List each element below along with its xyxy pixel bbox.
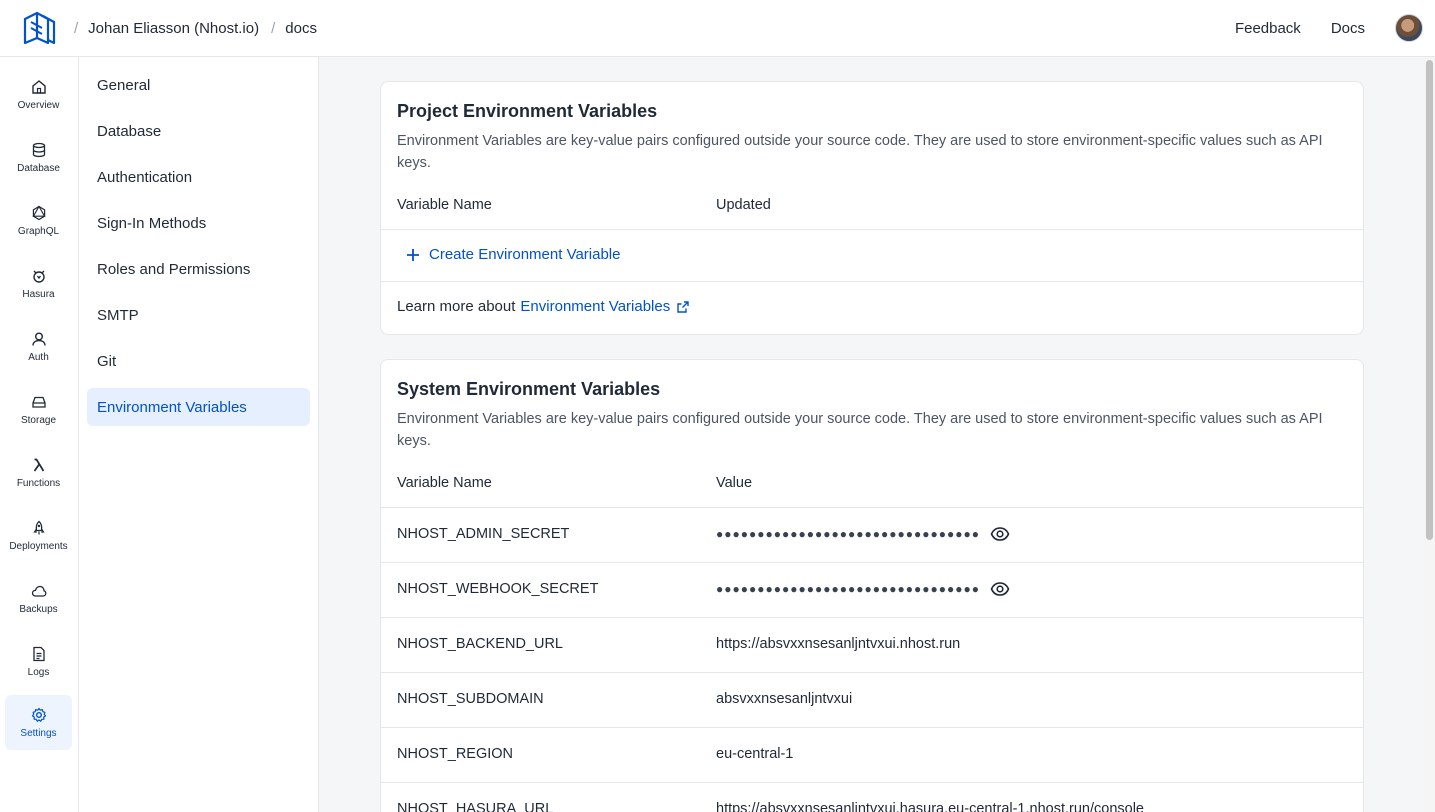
eye-icon[interactable] bbox=[990, 579, 1010, 599]
breadcrumb-project[interactable]: docs bbox=[285, 20, 317, 37]
rail-item-storage[interactable]: Storage bbox=[5, 382, 72, 437]
variable-value: https://absvxxnsesanljntvxui.hasura.eu-c… bbox=[716, 801, 1144, 812]
settings-nav-sign-in-methods[interactable]: Sign-In Methods bbox=[87, 204, 310, 242]
variable-value-masked: ●●●●●●●●●●●●●●●●●●●●●●●●●●●●●●●● bbox=[716, 527, 980, 541]
settings-nav-roles-permissions[interactable]: Roles and Permissions bbox=[87, 250, 310, 288]
variable-name: NHOST_SUBDOMAIN bbox=[397, 691, 544, 707]
variable-name: NHOST_REGION bbox=[397, 746, 514, 762]
rocket-icon bbox=[32, 520, 45, 534]
settings-nav: General Database Authentication Sign-In … bbox=[79, 57, 319, 812]
cloud-icon bbox=[31, 585, 46, 597]
rail-item-auth[interactable]: Auth bbox=[5, 319, 72, 374]
scrollbar-thumb[interactable] bbox=[1426, 60, 1433, 540]
column-header-variable-name: Variable Name bbox=[397, 197, 492, 213]
user-icon bbox=[31, 332, 46, 346]
scrollbar[interactable] bbox=[1424, 57, 1435, 812]
settings-nav-authentication[interactable]: Authentication bbox=[87, 158, 310, 196]
rail-label: Functions bbox=[16, 477, 61, 489]
variable-value: https://absvxxnsesanljntvxui.nhost.run bbox=[716, 636, 961, 652]
table-row: NHOST_WEBHOOK_SECRET ●●●●●●●●●●●●●●●●●●●… bbox=[381, 562, 1363, 617]
rail-label: Backups bbox=[19, 603, 58, 615]
rail-item-database[interactable]: Database bbox=[5, 130, 72, 185]
table-row: NHOST_HASURA_URL https://absvxxnsesanljn… bbox=[381, 782, 1363, 812]
variable-name: NHOST_ADMIN_SECRET bbox=[397, 526, 570, 542]
rail-item-logs[interactable]: Logs bbox=[5, 634, 72, 689]
rail-item-graphql[interactable]: GraphQL bbox=[5, 193, 72, 248]
avatar[interactable] bbox=[1395, 14, 1423, 42]
env-variables-docs-link[interactable]: Environment Variables bbox=[520, 298, 670, 315]
table-row: NHOST_REGION eu-central-1 bbox=[381, 727, 1363, 782]
top-bar: / Johan Eliasson (Nhost.io) / docs Feedb… bbox=[0, 0, 1435, 57]
variable-name: NHOST_HASURA_URL bbox=[397, 801, 554, 812]
learn-more-text: Learn more about bbox=[397, 298, 516, 315]
graphql-icon bbox=[31, 204, 46, 220]
external-link-icon[interactable] bbox=[676, 300, 690, 314]
settings-nav-environment-variables[interactable]: Environment Variables bbox=[87, 388, 310, 426]
column-header-updated: Updated bbox=[716, 197, 771, 213]
variable-name: NHOST_WEBHOOK_SECRET bbox=[397, 581, 599, 597]
settings-nav-general[interactable]: General bbox=[87, 66, 310, 104]
project-env-card: Project Environment Variables Environmen… bbox=[380, 81, 1364, 335]
table-row: NHOST_ADMIN_SECRET ●●●●●●●●●●●●●●●●●●●●●… bbox=[381, 507, 1363, 562]
breadcrumb: / Johan Eliasson (Nhost.io) / docs bbox=[74, 0, 329, 56]
variable-value: absvxxnsesanljntvxui bbox=[716, 691, 853, 707]
table-row: NHOST_BACKEND_URL https://absvxxnsesanlj… bbox=[381, 617, 1363, 672]
plus-icon bbox=[407, 248, 419, 261]
rail-label: Auth bbox=[28, 351, 49, 363]
rail-label: Deployments bbox=[9, 540, 68, 552]
variable-name: NHOST_BACKEND_URL bbox=[397, 636, 563, 652]
project-env-title: Project Environment Variables bbox=[397, 101, 658, 121]
project-env-description: Environment Variables are key-value pair… bbox=[397, 133, 1323, 171]
database-icon bbox=[32, 142, 45, 157]
settings-nav-git[interactable]: Git bbox=[87, 342, 310, 380]
home-icon bbox=[31, 79, 46, 94]
rail-item-backups[interactable]: Backups bbox=[5, 571, 72, 626]
file-icon bbox=[32, 646, 45, 661]
nhost-logo-icon[interactable] bbox=[22, 10, 56, 44]
eye-icon[interactable] bbox=[990, 524, 1010, 544]
rail-label: Hasura bbox=[22, 288, 55, 300]
rail-label: Database bbox=[17, 162, 60, 174]
settings-nav-database[interactable]: Database bbox=[87, 112, 310, 150]
primary-nav-rail: Overview Database GraphQL Hasura Auth St… bbox=[0, 57, 79, 812]
create-env-variable-label: Create Environment Variable bbox=[429, 246, 621, 263]
rail-label: Logs bbox=[27, 666, 50, 678]
variable-value-masked: ●●●●●●●●●●●●●●●●●●●●●●●●●●●●●●●● bbox=[716, 582, 980, 596]
breadcrumb-separator: / bbox=[271, 19, 276, 37]
rail-label: Storage bbox=[20, 414, 57, 426]
settings-nav-smtp[interactable]: SMTP bbox=[87, 296, 310, 334]
gear-icon bbox=[31, 707, 46, 722]
create-row: Create Environment Variable bbox=[381, 229, 1363, 281]
feedback-link[interactable]: Feedback bbox=[1235, 20, 1301, 37]
rail-label: Overview bbox=[17, 99, 60, 111]
rail-label: GraphQL bbox=[17, 225, 60, 237]
column-header-value: Value bbox=[716, 475, 753, 491]
rail-item-overview[interactable]: Overview bbox=[5, 67, 72, 122]
storage-icon bbox=[31, 396, 46, 408]
rail-item-settings[interactable]: Settings bbox=[5, 695, 72, 750]
rail-item-functions[interactable]: Functions bbox=[5, 445, 72, 500]
create-env-variable-button[interactable]: Create Environment Variable bbox=[405, 246, 620, 263]
main-content: Project Environment Variables Environmen… bbox=[319, 57, 1424, 812]
hasura-icon bbox=[32, 270, 45, 283]
variable-value: eu-central-1 bbox=[716, 746, 794, 762]
docs-link[interactable]: Docs bbox=[1331, 20, 1365, 37]
breadcrumb-workspace[interactable]: Johan Eliasson (Nhost.io) bbox=[88, 20, 259, 37]
system-env-card: System Environment Variables Environment… bbox=[380, 359, 1364, 812]
rail-item-hasura[interactable]: Hasura bbox=[5, 256, 72, 311]
lambda-icon bbox=[33, 458, 44, 471]
breadcrumb-separator: / bbox=[74, 19, 79, 37]
learn-more-row: Learn more about Environment Variables bbox=[381, 281, 1363, 335]
rail-item-deployments[interactable]: Deployments bbox=[5, 508, 72, 563]
system-env-description: Environment Variables are key-value pair… bbox=[397, 411, 1323, 449]
system-env-title: System Environment Variables bbox=[397, 379, 661, 399]
table-row: NHOST_SUBDOMAIN absvxxnsesanljntvxui bbox=[381, 672, 1363, 727]
rail-label: Settings bbox=[20, 727, 57, 739]
column-header-variable-name: Variable Name bbox=[397, 475, 492, 491]
header-actions: Feedback Docs bbox=[1235, 0, 1435, 56]
